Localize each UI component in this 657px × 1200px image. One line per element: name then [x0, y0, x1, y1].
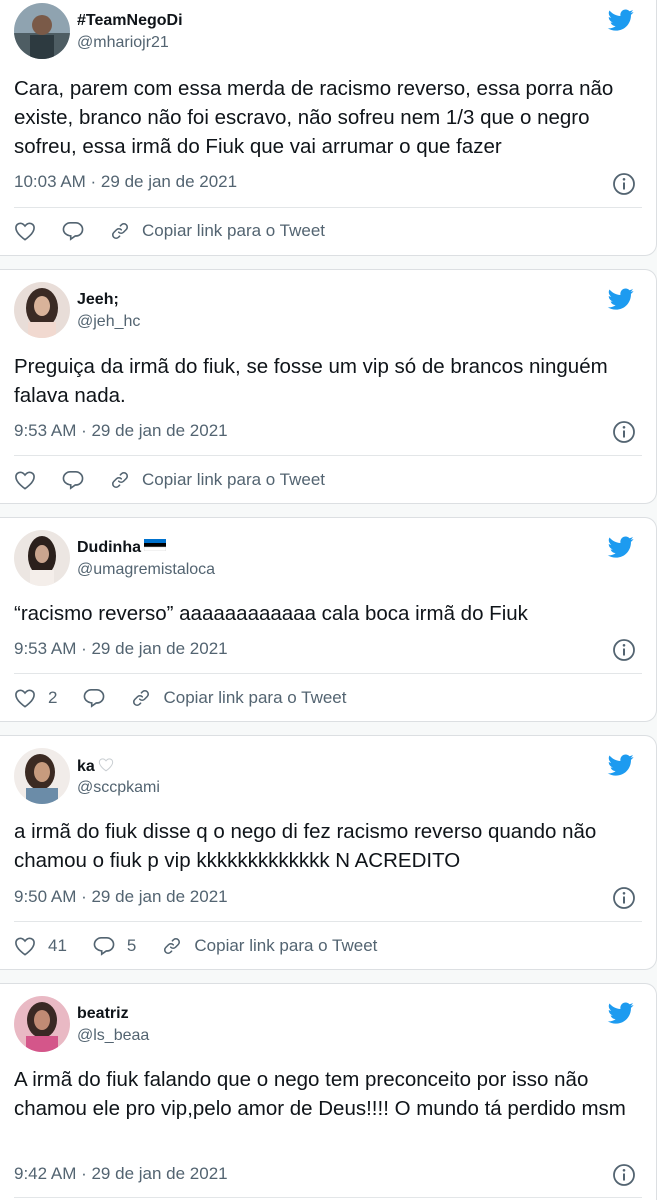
like-count: 2: [48, 688, 58, 707]
divider: [14, 207, 642, 208]
user-handle[interactable]: @ls_beaa: [77, 1027, 149, 1045]
tweet-timestamp[interactable]: 9:50 AM · 29 de jan de 2021: [14, 887, 228, 907]
twitter-bird-icon[interactable]: [606, 534, 636, 560]
info-icon[interactable]: [612, 1163, 636, 1187]
user-handle[interactable]: @umagremistaloca: [77, 561, 215, 579]
tweet-timestamp[interactable]: 9:53 AM · 29 de jan de 2021: [14, 639, 228, 659]
tweet-actions: Copiar link para o Tweet: [14, 217, 642, 245]
reply-icon: [62, 222, 84, 241]
copy-link-button[interactable]: Copiar link para o Tweet: [110, 470, 325, 490]
display-name[interactable]: beatriz: [77, 1005, 129, 1023]
info-icon[interactable]: [612, 420, 636, 444]
twitter-bird-icon[interactable]: [606, 1000, 636, 1026]
heart-icon: [15, 471, 35, 490]
tweet-card[interactable]: beatriz @ls_beaa A irmã do fiuk falando …: [0, 983, 657, 1200]
tweet-text: A irmã do fiuk falando que o nego tem pr…: [14, 1068, 626, 1120]
reply-button[interactable]: 5: [93, 936, 136, 956]
like-button[interactable]: 2: [14, 688, 57, 708]
reply-icon: [62, 471, 84, 490]
twitter-bird-icon[interactable]: [606, 7, 636, 33]
heart-icon: [15, 937, 35, 956]
reply-count: 5: [126, 936, 137, 955]
avatar[interactable]: [14, 3, 70, 59]
info-icon[interactable]: [612, 172, 636, 196]
divider: [14, 1197, 642, 1198]
tweet-actions: Copiar link para o Tweet: [14, 466, 642, 494]
copy-link-button[interactable]: Copiar link para o Tweet: [162, 936, 377, 956]
tweet-actions: 2 Copiar link para o Tweet: [14, 684, 642, 712]
tweet-timestamp[interactable]: 9:53 AM · 29 de jan de 2021: [14, 421, 228, 441]
tweet-card[interactable]: Jeeh; @jeh_hc Preguiça da irmã do fiuk, …: [0, 269, 657, 504]
display-name[interactable]: ka: [77, 757, 114, 776]
copy-link-label: Copiar link para o Tweet: [142, 470, 326, 489]
tweet-card[interactable]: ka @sccpkami a irmã do fiuk disse q o ne…: [0, 735, 657, 970]
estonia-flag-icon: [144, 539, 166, 551]
reply-button[interactable]: [62, 470, 84, 490]
user-handle[interactable]: @sccpkami: [77, 779, 160, 797]
copy-link-label: Copiar link para o Tweet: [142, 221, 326, 240]
avatar[interactable]: [14, 530, 70, 586]
display-name[interactable]: Jeeh;: [77, 291, 119, 309]
user-handle[interactable]: @jeh_hc: [77, 313, 140, 331]
twitter-bird-icon[interactable]: [606, 752, 636, 778]
divider: [14, 455, 642, 456]
reply-button[interactable]: [62, 221, 84, 241]
user-handle[interactable]: @mhariojr21: [77, 34, 169, 52]
link-icon: [112, 472, 128, 488]
tweet-text: Preguiça da irmã do fiuk, se fosse um vi…: [14, 355, 608, 407]
tweet-text: Cara, parem com essa merda de racismo re…: [14, 77, 614, 158]
copy-link-label: Copiar link para o Tweet: [163, 688, 347, 707]
tweet-card[interactable]: #TeamNegoDi @mhariojr21 Cara, parem com …: [0, 0, 657, 256]
avatar[interactable]: [14, 748, 70, 804]
copy-link-label: Copiar link para o Tweet: [194, 936, 378, 955]
copy-link-button[interactable]: Copiar link para o Tweet: [110, 221, 325, 241]
display-name[interactable]: #TeamNegoDi: [77, 12, 183, 30]
reply-icon: [93, 937, 115, 956]
white-heart-icon: [98, 758, 113, 772]
display-name-text: Dudinha: [77, 539, 141, 556]
display-name-text: ka: [77, 758, 95, 775]
reply-button[interactable]: [83, 688, 105, 708]
info-icon[interactable]: [612, 886, 636, 910]
reply-icon: [84, 689, 105, 708]
heart-icon: [15, 222, 35, 241]
like-count: 41: [48, 936, 67, 955]
avatar[interactable]: [14, 996, 70, 1052]
like-button[interactable]: [14, 470, 36, 490]
link-icon: [133, 690, 150, 706]
avatar[interactable]: [14, 282, 70, 338]
display-name[interactable]: Dudinha: [77, 539, 166, 557]
tweet-timestamp[interactable]: 9:42 AM · 29 de jan de 2021: [14, 1164, 228, 1184]
like-button[interactable]: [14, 221, 36, 241]
copy-link-button[interactable]: Copiar link para o Tweet: [131, 688, 346, 708]
heart-icon: [15, 689, 35, 708]
tweet-feed: #TeamNegoDi @mhariojr21 Cara, parem com …: [0, 0, 657, 1200]
info-icon[interactable]: [612, 638, 636, 662]
divider: [14, 921, 642, 922]
tweet-actions: 41 5 Copiar link para o Tweet: [14, 932, 642, 960]
divider: [14, 673, 642, 674]
link-icon: [112, 223, 128, 239]
twitter-bird-icon[interactable]: [606, 286, 636, 312]
tweet-text: a irmã do fiuk disse q o nego di fez rac…: [14, 820, 597, 872]
link-icon: [164, 938, 181, 954]
tweet-timestamp[interactable]: 10:03 AM · 29 de jan de 2021: [14, 172, 237, 192]
like-button[interactable]: 41: [14, 936, 67, 956]
tweet-text: “racismo reverso” aaaaaaaaaaaa cala boca…: [14, 602, 528, 625]
tweet-card[interactable]: Dudinha @umagremistaloca “racismo revers…: [0, 517, 657, 722]
